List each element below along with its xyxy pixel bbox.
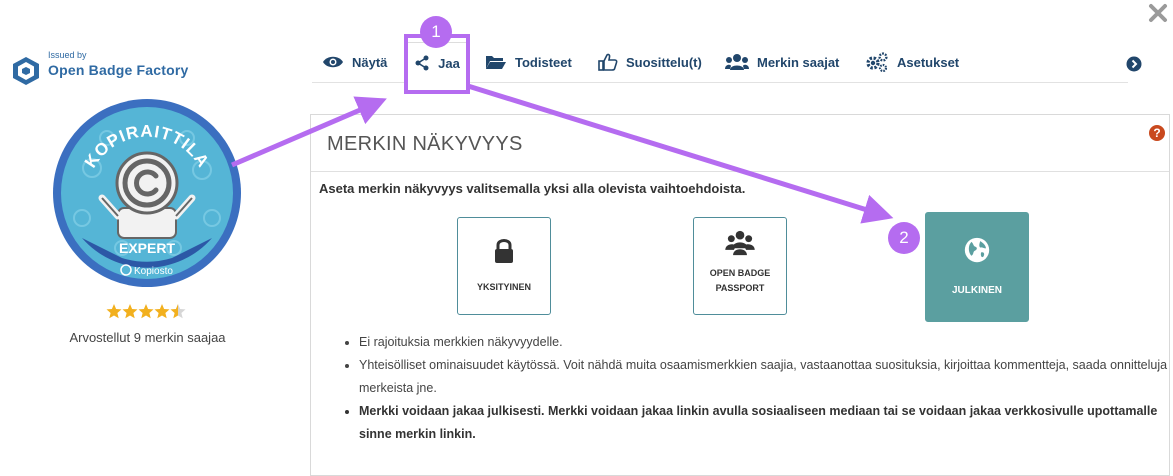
cogs-icon [866, 52, 888, 72]
thumbs-up-icon [598, 53, 618, 71]
half-star-icon [170, 304, 186, 319]
issuer-name: Open Badge Factory [48, 62, 189, 78]
tab-show-label: Näytä [352, 54, 388, 70]
next-tab-icon[interactable] [1126, 56, 1142, 72]
open-badge-factory-logo [13, 57, 39, 85]
visibility-option-private-label: YKSITYINEN [476, 282, 531, 292]
star-icon [154, 304, 170, 319]
tab-settings-label: Asetukset [897, 54, 960, 70]
eye-icon [323, 56, 343, 68]
folder-icon [486, 56, 506, 69]
panel-divider [311, 171, 1169, 172]
tab-show[interactable]: Näytä [322, 42, 387, 82]
tab-evidence-label: Todisteet [515, 54, 572, 70]
visibility-option-public[interactable]: JULKINEN [925, 212, 1029, 322]
visibility-option-public-label: JULKINEN [951, 285, 1002, 296]
tab-settings[interactable]: Asetukset [865, 42, 959, 82]
globe-icon [964, 237, 990, 263]
tab-endorsements[interactable]: Suosittelu(t) [598, 42, 702, 82]
visibility-option-passport-label: OPEN BADGE PASSPORT [709, 268, 771, 293]
list-item: Merkki voidaan jakaa julkisesti. Merkki … [359, 400, 1169, 446]
badge-image: KOPIRAITTILA EXPERT Kopiosto [53, 99, 241, 287]
tab-endorsements-label: Suosittelu(t) [626, 54, 702, 70]
step-marker-2: 2 [888, 222, 920, 254]
panel-title: MERKIN NÄKYVYYS [327, 133, 523, 155]
star-icon [122, 304, 138, 319]
visibility-option-passport[interactable]: OPEN BADGE PASSPORT [693, 217, 787, 315]
group-icon [725, 230, 755, 256]
visibility-option-private[interactable]: YKSITYINEN [457, 217, 551, 315]
step-marker-1: 1 [420, 16, 452, 48]
star-icon [138, 304, 154, 319]
list-item: Yhteisölliset ominaisuudet käytössä. Voi… [359, 354, 1169, 400]
badge-brand-text: Kopiosto [134, 266, 173, 277]
visibility-panel: MERKIN NÄKYVYYS ? Aseta merkin näkyvyys … [310, 114, 1170, 476]
star-icon [106, 304, 122, 319]
visibility-instruction: Aseta merkin näkyvyys valitsemalla yksi … [319, 181, 746, 196]
tab-recipients[interactable]: Merkin saajat [725, 42, 839, 82]
rating-stars [106, 302, 188, 320]
issuer-block: Issued by Open Badge Factory [12, 50, 212, 90]
help-icon[interactable]: ? [1149, 125, 1165, 141]
list-item: Ei rajoituksia merkkien näkyvyydelle. [359, 331, 1169, 354]
tab-recipients-label: Merkin saajat [757, 54, 840, 70]
close-icon[interactable] [1146, 1, 1170, 25]
visibility-details-list: Ei rajoituksia merkkien näkyvyydelle. Yh… [341, 331, 1169, 446]
rating-count-text: Arvostellut 9 merkin saajaa [69, 330, 226, 345]
tab-evidence[interactable]: Todisteet [485, 42, 572, 82]
users-icon [725, 54, 749, 70]
lock-icon [495, 239, 513, 263]
issued-by-label: Issued by [48, 50, 87, 60]
badge-level-text: EXPERT [119, 240, 175, 256]
